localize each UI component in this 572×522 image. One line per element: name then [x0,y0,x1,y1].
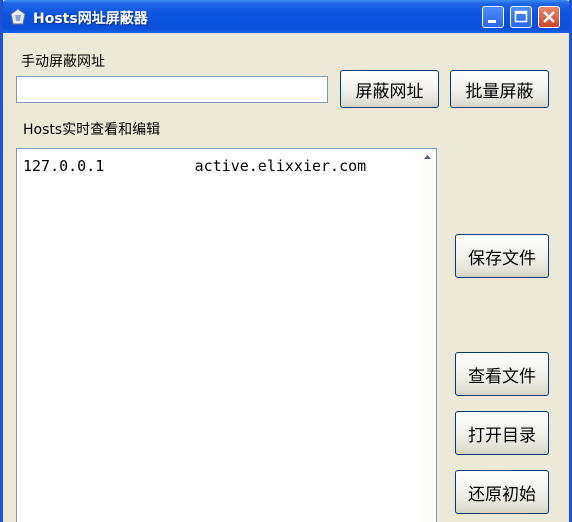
title-bar[interactable]: Hosts网址屏蔽器 [3,0,569,33]
scroll-up-button[interactable] [419,149,436,166]
hosts-line: 127.0.0.1 active.elixxier.com [23,157,367,175]
app-window: Hosts网址屏蔽器 手动屏蔽网址 屏蔽网址 批量屏蔽 Hosts实时查看和编辑… [0,0,572,522]
maximize-button[interactable] [510,6,532,28]
maximize-icon [514,10,528,23]
hosts-editor[interactable]: 127.0.0.1 active.elixxier.com [16,148,437,522]
close-icon [543,11,555,23]
close-button[interactable] [538,6,560,28]
window-title: Hosts网址屏蔽器 [33,11,148,27]
batch-block-button[interactable]: 批量屏蔽 [450,70,549,108]
view-file-button[interactable]: 查看文件 [455,352,549,396]
minimize-icon [488,20,496,23]
block-url-label: 手动屏蔽网址 [21,54,105,70]
vertical-scrollbar[interactable] [419,149,436,522]
open-directory-button[interactable]: 打开目录 [455,411,549,455]
url-input[interactable] [16,76,328,103]
block-url-button[interactable]: 屏蔽网址 [340,70,439,108]
minimize-button[interactable] [482,6,504,28]
arrow-up-icon [424,155,431,159]
app-icon [9,8,27,26]
restore-default-button[interactable]: 还原初始 [455,470,549,514]
save-file-button[interactable]: 保存文件 [455,234,549,278]
hosts-label: Hosts实时查看和编辑 [23,122,161,138]
